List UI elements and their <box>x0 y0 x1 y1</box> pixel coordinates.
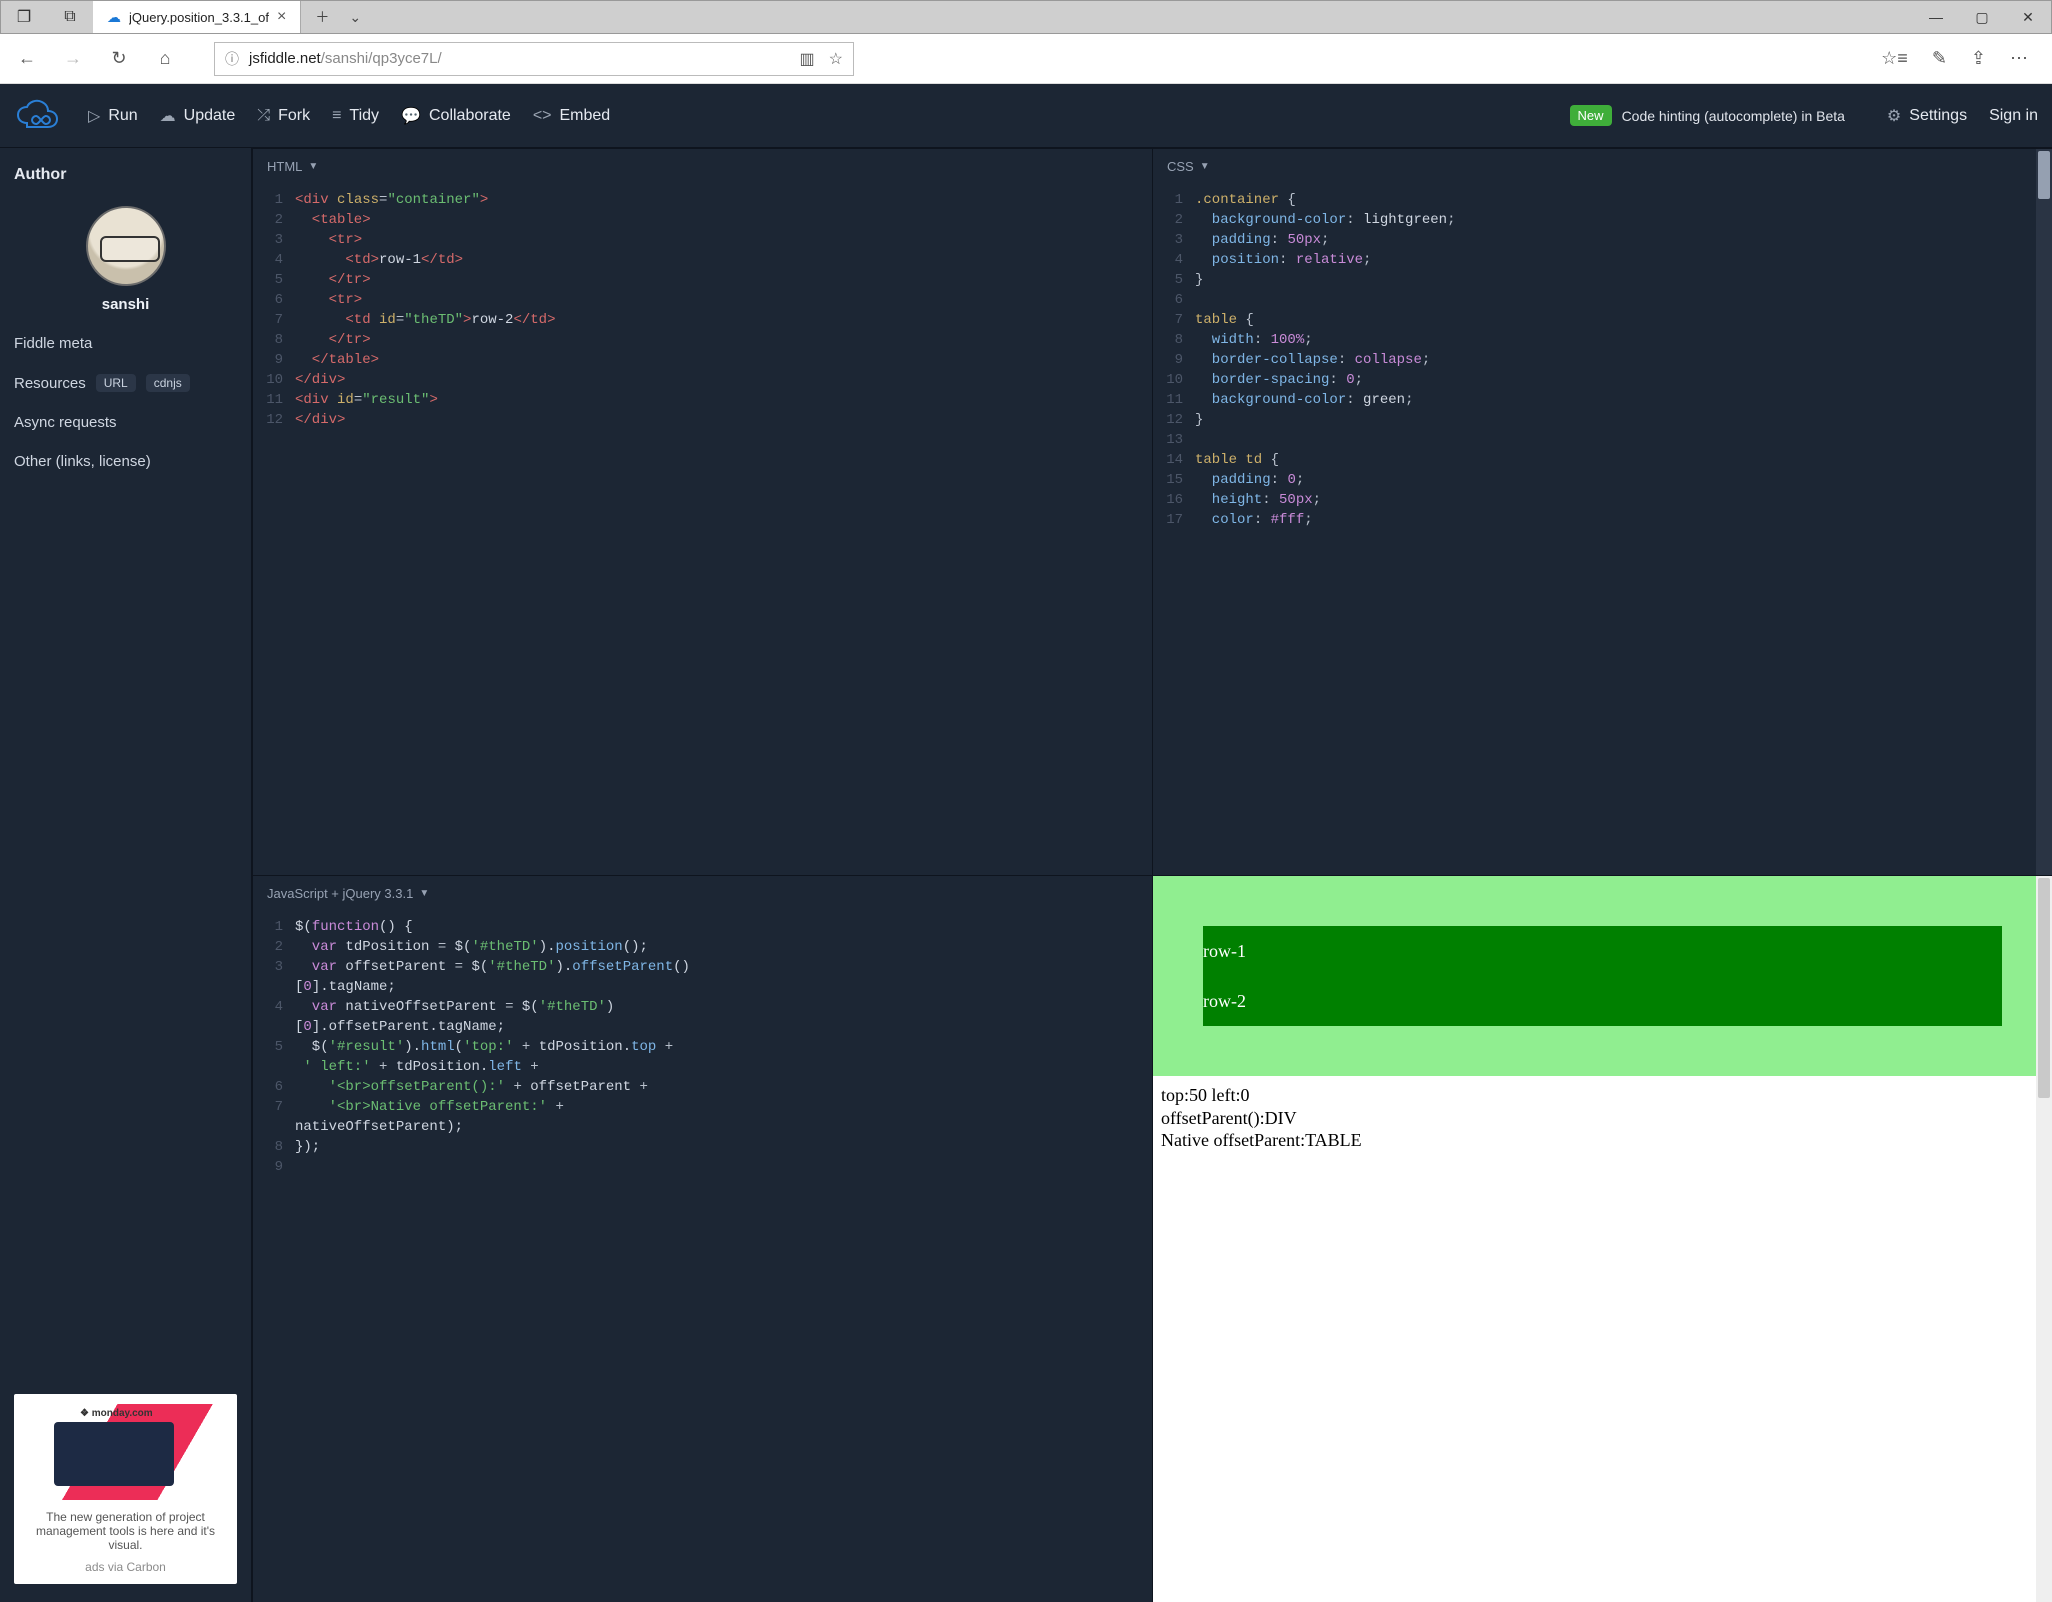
pane-result: row-1 row-2 top:50 left:0 offsetParent()… <box>1152 875 2052 1602</box>
chevron-down-icon: ▼ <box>1200 161 1210 172</box>
code-editor-css[interactable]: 1.container {2 background-color: lightgr… <box>1153 184 2052 875</box>
maximize-button[interactable]: ▢ <box>1959 1 2005 33</box>
pane-css-title[interactable]: CSS▼ <box>1153 149 2052 184</box>
tidy-button[interactable]: ≡Tidy <box>332 107 379 125</box>
settings-button[interactable]: ⚙Settings <box>1887 106 1967 126</box>
sidebar: Author sanshi Fiddle meta Resources URL … <box>0 148 252 1602</box>
share-icon[interactable]: ⇪ <box>1971 48 1986 69</box>
scrollbar[interactable] <box>2036 876 2052 1602</box>
chevron-down-icon[interactable]: ⌄ <box>349 9 361 26</box>
jsfiddle-logo[interactable] <box>14 96 66 136</box>
cloud-up-icon: ☁ <box>160 106 176 126</box>
cloud-icon: ☁ <box>107 9 121 26</box>
app-header: ▷Run ☁Update ⤮Fork ≡Tidy 💬Collaborate <>… <box>0 84 2052 148</box>
favorites-list-icon[interactable]: ☆≡ <box>1881 48 1908 69</box>
pill-url[interactable]: URL <box>96 374 136 392</box>
back-button[interactable]: ← <box>10 42 44 76</box>
sidebar-item-other[interactable]: Other (links, license) <box>14 453 237 470</box>
tab-title: jQuery.position_3.3.1_of <box>129 10 269 25</box>
pane-js: JavaScript + jQuery 3.3.1▼ 1$(function()… <box>252 875 1152 1602</box>
pane-css: CSS▼ 1.container {2 background-color: li… <box>1152 148 2052 875</box>
scroll-thumb[interactable] <box>2038 878 2050 1098</box>
result-container: row-1 row-2 <box>1153 876 2052 1076</box>
update-button[interactable]: ☁Update <box>160 106 236 126</box>
chevron-down-icon: ▼ <box>308 161 318 172</box>
address-bar[interactable]: ⓘ jsfiddle.net /sanshi/qp3yce7L/ ▥ ☆ <box>214 42 854 76</box>
sidebar-item-async[interactable]: Async requests <box>14 414 237 431</box>
avatar[interactable] <box>86 206 166 286</box>
hinting-text: Code hinting (autocomplete) in Beta <box>1622 108 1845 124</box>
code-editor-js[interactable]: 1$(function() {2 var tdPosition = $('#th… <box>253 911 1152 1602</box>
favorite-icon[interactable]: ☆ <box>829 49 843 69</box>
sliders-icon: ⚙ <box>1887 106 1901 126</box>
window-titlebar: ❐ ⧉ ☁ jQuery.position_3.3.1_of × ＋ ⌄ — ▢… <box>0 0 2052 34</box>
browser-toolbar: ← → ↻ ⌂ ⓘ jsfiddle.net /sanshi/qp3yce7L/… <box>0 34 2052 84</box>
ad[interactable]: ❖ monday.com The new generation of proje… <box>14 1394 237 1584</box>
embed-button[interactable]: <>Embed <box>533 107 610 125</box>
forward-button[interactable]: → <box>56 42 90 76</box>
code-icon: <> <box>533 107 552 125</box>
result-row-2: row-2 <box>1203 976 2002 1026</box>
scrollbar[interactable] <box>2036 149 2052 875</box>
close-button[interactable]: ✕ <box>2005 1 2051 33</box>
reading-view-icon[interactable]: ▥ <box>800 49 815 69</box>
ad-text: The new generation of project management… <box>24 1510 227 1552</box>
more-icon[interactable]: ⋯ <box>2010 48 2028 69</box>
url-path: /sanshi/qp3yce7L/ <box>321 50 442 67</box>
sidebar-item-fiddle-meta[interactable]: Fiddle meta <box>14 335 237 352</box>
close-icon[interactable]: × <box>277 8 286 26</box>
result-output: top:50 left:0 offsetParent():DIV Native … <box>1153 1076 2052 1172</box>
author-label: Author <box>14 166 237 184</box>
pane-html-title[interactable]: HTML▼ <box>253 149 1152 184</box>
window-activity-icon[interactable]: ⧉ <box>47 8 93 26</box>
pane-html: HTML▼ 1<div class="container">2 <table>3… <box>252 148 1152 875</box>
fork-button[interactable]: ⤮Fork <box>257 107 310 125</box>
code-hinting-banner[interactable]: New Code hinting (autocomplete) in Beta <box>1570 105 1845 126</box>
sidebar-item-resources[interactable]: Resources URL cdnjs <box>14 374 237 392</box>
url-host: jsfiddle.net <box>249 50 321 67</box>
run-button[interactable]: ▷Run <box>88 106 138 126</box>
notes-icon[interactable]: ✎ <box>1932 48 1947 69</box>
fork-icon: ⤮ <box>257 107 270 125</box>
ad-image: ❖ monday.com <box>34 1404 217 1500</box>
new-tab-icon[interactable]: ＋ <box>315 7 329 27</box>
play-icon: ▷ <box>88 106 100 126</box>
ad-tagline: ads via Carbon <box>24 1560 227 1574</box>
chat-icon: 💬 <box>401 106 421 126</box>
browser-tab[interactable]: ☁ jQuery.position_3.3.1_of × <box>93 1 301 33</box>
result-table: row-1 row-2 <box>1203 926 2002 1026</box>
result-row-1: row-1 <box>1203 926 2002 976</box>
chevron-down-icon: ▼ <box>419 888 429 899</box>
minimize-button[interactable]: — <box>1913 1 1959 33</box>
author-name[interactable]: sanshi <box>102 296 150 313</box>
window-cascade-icon[interactable]: ❐ <box>1 7 47 27</box>
collaborate-button[interactable]: 💬Collaborate <box>401 106 511 126</box>
home-button[interactable]: ⌂ <box>148 42 182 76</box>
pane-js-title[interactable]: JavaScript + jQuery 3.3.1▼ <box>253 876 1152 911</box>
new-badge: New <box>1570 105 1612 126</box>
refresh-button[interactable]: ↻ <box>102 42 136 76</box>
scroll-thumb[interactable] <box>2038 151 2050 199</box>
signin-button[interactable]: Sign in <box>1989 107 2038 125</box>
list-icon: ≡ <box>332 107 341 125</box>
app: ▷Run ☁Update ⤮Fork ≡Tidy 💬Collaborate <>… <box>0 84 2052 1602</box>
info-icon[interactable]: ⓘ <box>225 49 239 69</box>
pill-cdnjs[interactable]: cdnjs <box>146 374 190 392</box>
code-editor-html[interactable]: 1<div class="container">2 <table>3 <tr>4… <box>253 184 1152 875</box>
